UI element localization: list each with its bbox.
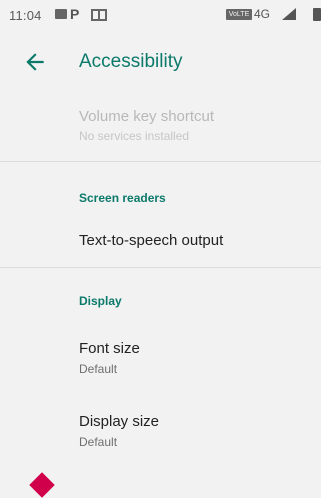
page-title: Accessibility — [79, 51, 183, 72]
item-subtitle: Default — [79, 435, 118, 449]
network-type: 4G — [254, 7, 271, 21]
status-bar: 11:04 P VoLTE 4G — [0, 0, 321, 32]
p-app-icon: P — [70, 6, 80, 22]
screen-icon — [91, 9, 107, 21]
font-size-item[interactable]: Font size Default — [0, 328, 321, 388]
message-icon — [55, 9, 67, 19]
volume-key-shortcut-item[interactable]: Volume key shortcut No services installe… — [0, 96, 321, 160]
item-title: Display size — [79, 413, 160, 430]
divider — [0, 267, 321, 268]
item-title: Text-to-speech output — [79, 232, 224, 249]
battery-icon — [313, 8, 321, 21]
app-bar: Accessibility — [0, 32, 321, 90]
back-arrow-icon[interactable] — [22, 49, 48, 75]
item-title: Font size — [79, 340, 140, 357]
signal-icon — [282, 8, 296, 20]
volte-icon: VoLTE — [226, 9, 252, 20]
display-size-item[interactable]: Display size Default — [0, 401, 321, 461]
item-title: Volume key shortcut — [79, 108, 215, 125]
divider — [0, 161, 321, 162]
item-subtitle: No services installed — [79, 129, 190, 143]
section-header-display: Display — [79, 294, 122, 308]
text-to-speech-output-item[interactable]: Text-to-speech output — [0, 222, 321, 262]
status-time: 11:04 — [9, 8, 42, 23]
partial-list-item-icon — [29, 472, 55, 498]
section-header-screen-readers: Screen readers — [79, 191, 166, 205]
item-subtitle: Default — [79, 362, 118, 376]
